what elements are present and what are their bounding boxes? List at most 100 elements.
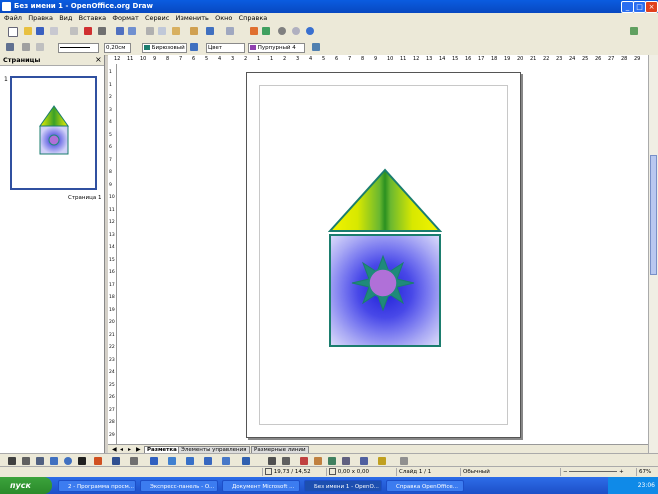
scroll-thumb[interactable] [650, 155, 657, 275]
export-pdf-icon[interactable] [84, 27, 92, 35]
undo-icon[interactable] [206, 27, 214, 35]
ruler-h-label: 2 [283, 56, 287, 62]
menu-help[interactable]: Справка [239, 13, 268, 23]
taskbar-item-viewer[interactable]: 2 - Программа просм... [58, 480, 136, 492]
copy-icon[interactable] [158, 27, 166, 35]
gallery-tool-icon[interactable] [328, 457, 336, 465]
tab-nav-last-icon[interactable]: ▶ [136, 446, 141, 453]
menu-view[interactable]: Вид [59, 13, 72, 23]
paste-icon[interactable] [172, 27, 180, 35]
styles-icon[interactable] [6, 43, 14, 51]
zoom-minus-icon[interactable]: − [563, 469, 568, 475]
thumbnail-drawing [39, 105, 69, 155]
vertical-scrollbar[interactable] [648, 55, 658, 453]
zoom-plus-icon[interactable]: + [619, 469, 624, 475]
spellcheck-icon[interactable] [116, 27, 124, 35]
zoom-icon[interactable] [292, 27, 300, 35]
new-document-icon[interactable] [8, 27, 18, 37]
line-color-select[interactable]: Бирюзовый [142, 43, 187, 53]
line-tool-icon[interactable] [22, 457, 30, 465]
ruler-h-label: 17 [478, 56, 485, 62]
cut-icon[interactable] [146, 27, 154, 35]
menu-insert[interactable]: Вставка [79, 13, 107, 23]
line-icon[interactable] [22, 43, 30, 51]
arrow-line-icon[interactable] [36, 457, 44, 465]
navigator-icon[interactable] [278, 27, 286, 35]
ruler-v-label: 18 [109, 295, 115, 300]
arrow-style-icon[interactable] [36, 43, 44, 51]
block-arrows-icon[interactable] [186, 457, 194, 465]
points-icon[interactable] [268, 457, 276, 465]
select-arrow-icon[interactable] [8, 457, 16, 465]
format-paintbrush-icon[interactable] [190, 27, 198, 35]
area-icon[interactable] [190, 43, 198, 51]
text-tool-icon[interactable] [78, 457, 86, 465]
line-width-field[interactable]: 0,20см [104, 43, 131, 53]
align-icon[interactable] [360, 457, 368, 465]
tab-nav-prev-icon[interactable]: ◂ [120, 446, 123, 453]
menu-format[interactable]: Формат [112, 13, 138, 23]
chart-icon[interactable] [250, 27, 258, 35]
vertical-ruler[interactable]: 1 1 2 3 4 5 6 7 8 9 10 11 12 13 14 15 16 17 18 19 20 21 22 23 24… [108, 64, 117, 444]
stars-icon[interactable] [242, 457, 250, 465]
zoom-slider[interactable]: − + [560, 468, 637, 476]
flowchart-icon[interactable] [204, 457, 212, 465]
menu-file[interactable]: Файл [4, 13, 22, 23]
autospell-icon[interactable] [128, 27, 136, 35]
fill-color-select[interactable]: Пурпурный 4 [248, 43, 305, 53]
status-position: 19,73 / 14,52 [262, 468, 327, 476]
ruler-h-label: 3 [296, 56, 300, 62]
callouts-icon[interactable] [222, 457, 230, 465]
edit-file-icon[interactable] [70, 27, 78, 35]
close-button[interactable]: × [645, 1, 658, 13]
zoom-track[interactable] [569, 471, 618, 472]
glue-points-icon[interactable] [282, 457, 290, 465]
mail-icon[interactable] [50, 27, 58, 35]
save-icon[interactable] [36, 27, 44, 35]
menu-edit[interactable]: Правка [28, 13, 53, 23]
basic-shapes-icon[interactable] [150, 457, 158, 465]
taskbar-item-help[interactable]: Справка OpenOffice... [386, 480, 464, 492]
help-agent-icon[interactable] [630, 27, 638, 35]
curve-icon[interactable] [94, 457, 102, 465]
tab-nav-first-icon[interactable]: ◀ [112, 446, 117, 453]
taskbar-item-draw[interactable]: Без имени 1 - OpenO... [304, 480, 382, 492]
ruler-h-label: 6 [335, 56, 339, 62]
from-file-icon[interactable] [314, 457, 322, 465]
tab-nav-next-icon[interactable]: ▸ [128, 446, 131, 453]
connector-icon[interactable] [112, 457, 120, 465]
gallery-icon[interactable] [262, 27, 270, 35]
open-icon[interactable] [24, 27, 32, 35]
menu-window[interactable]: Окно [215, 13, 232, 23]
line-color-label: Бирюзовый [151, 45, 185, 51]
rotate-icon[interactable] [342, 457, 350, 465]
pages-panel-header: Страницы × [0, 55, 104, 66]
menu-tools[interactable]: Сервис [145, 13, 169, 23]
fontwork-icon[interactable] [300, 457, 308, 465]
fill-type-select[interactable]: Цвет [206, 43, 245, 53]
start-button[interactable]: пуск [0, 477, 52, 494]
ellipse-icon[interactable] [64, 457, 72, 465]
page-thumbnail[interactable] [10, 76, 97, 190]
shadow-icon[interactable] [312, 43, 320, 51]
arrange-icon[interactable] [378, 457, 386, 465]
help-icon[interactable] [306, 27, 314, 35]
print-icon[interactable] [98, 27, 106, 35]
status-zoom[interactable]: 67% [636, 468, 658, 476]
ruler-h-label: 9 [374, 56, 378, 62]
ruler-h-label: 23 [556, 56, 563, 62]
menu-modify[interactable]: Изменить [176, 13, 209, 23]
lines-arrows-icon[interactable] [130, 457, 138, 465]
rectangle-icon[interactable] [50, 457, 58, 465]
redo-icon[interactable] [226, 27, 234, 35]
pages-panel-close-icon[interactable]: × [95, 55, 102, 64]
taskbar-item-opera[interactable]: Экспресс-панель - O... [140, 480, 218, 492]
line-style-select[interactable] [58, 43, 99, 53]
symbol-shapes-icon[interactable] [168, 457, 176, 465]
ruler-v-label: 29 [109, 432, 115, 438]
extrusion-icon[interactable] [400, 457, 408, 465]
taskbar-item-word[interactable]: Документ Microsoft ... [222, 480, 300, 492]
ruler-h-label: 6 [192, 56, 196, 62]
ruler-h-label: 10 [387, 56, 394, 62]
ruler-h-label: 8 [361, 56, 365, 62]
